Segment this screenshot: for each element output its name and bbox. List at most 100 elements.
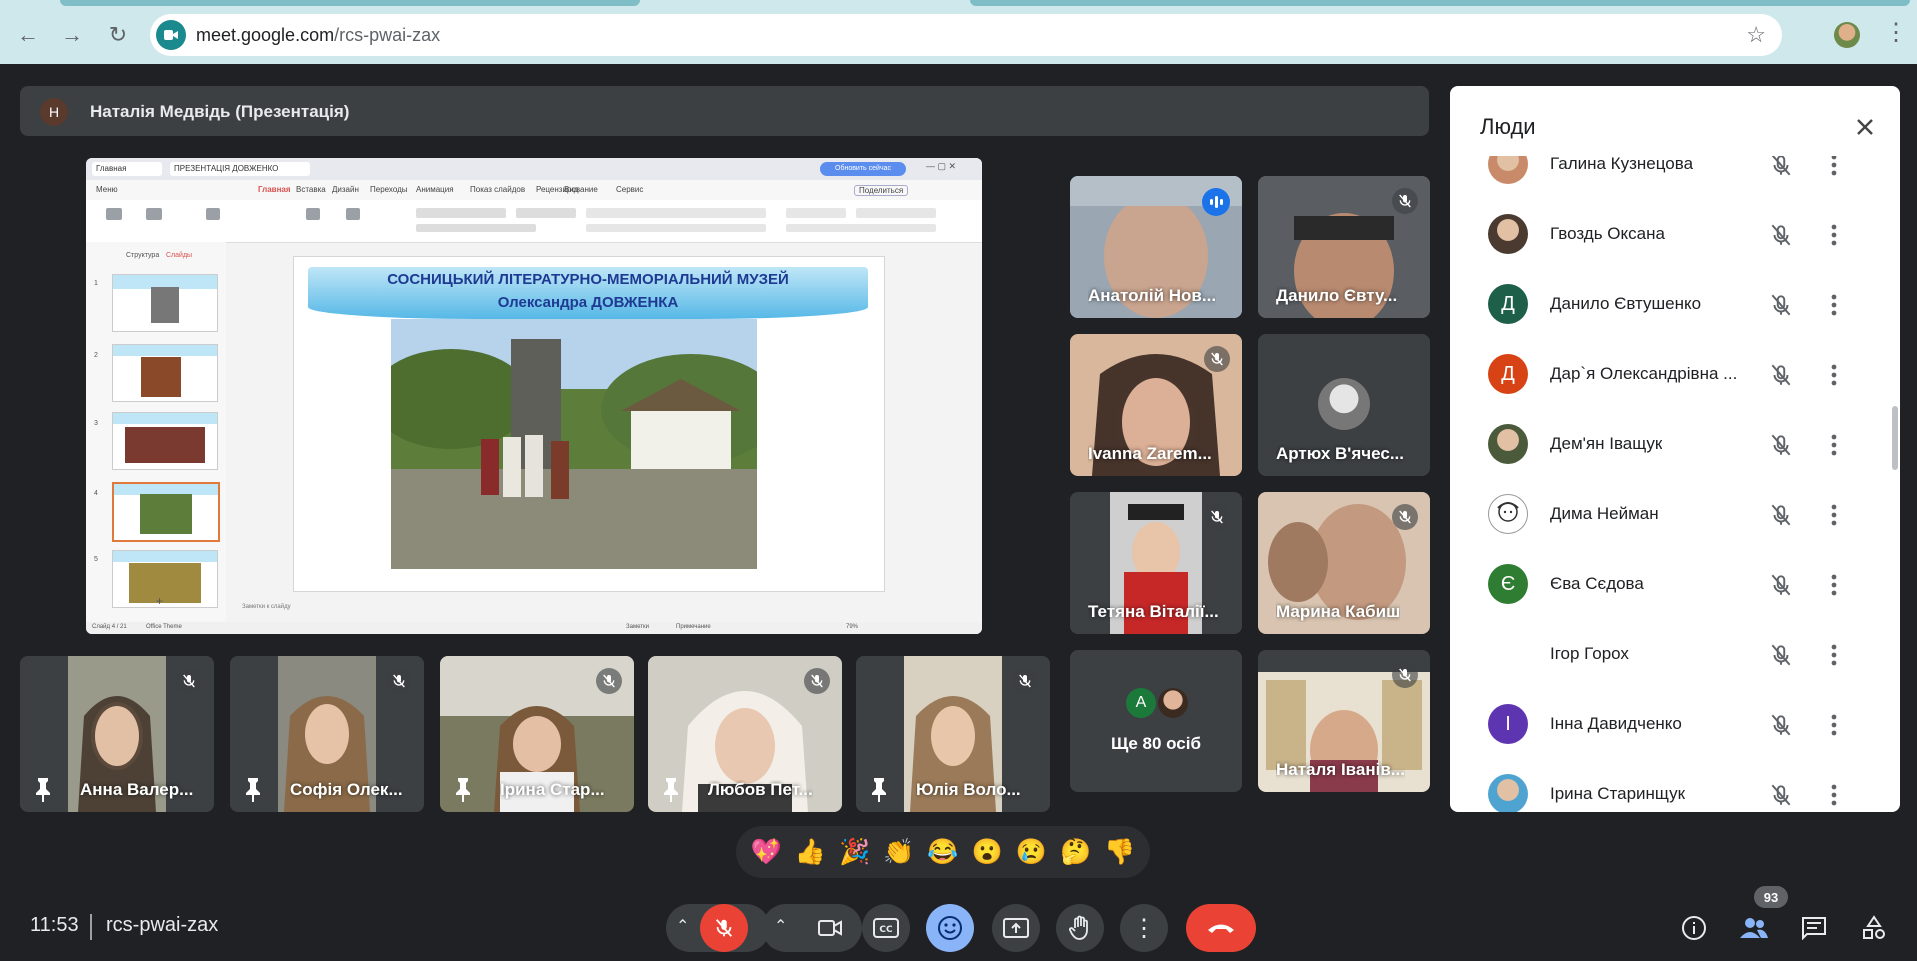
participant-row[interactable]: Галина Кузнецова [1450,156,1890,200]
mic-off-icon[interactable] [1768,572,1794,598]
participant-name: Наталя Іванів... [1276,760,1405,779]
wps-menu-item: Вставка [296,185,326,194]
kebab-menu-icon[interactable] [1830,502,1838,528]
present-screen-button[interactable] [992,904,1040,952]
participant-tile[interactable]: Наталя Іванів... [1258,650,1430,792]
reaction-party-popper[interactable]: 🎉 [839,838,870,867]
participant-tile[interactable]: Анатолій Нов... [1070,176,1242,318]
more-options-button[interactable]: ⋮ [1120,904,1168,952]
participant-row[interactable]: Дима Нейман [1450,480,1890,550]
participant-avatar [1488,494,1528,534]
pin-icon[interactable] [870,776,888,802]
leave-call-button[interactable] [1186,904,1256,952]
raise-hand-button[interactable] [1056,904,1104,952]
wps-menu-bar: Меню Главная Вставка Дизайн Переходы Ани… [86,180,982,200]
back-arrow-icon[interactable]: ← [10,17,46,53]
mic-off-icon[interactable] [1768,292,1794,318]
participant-row[interactable]: І Інна Давидченко [1450,690,1890,760]
participant-row[interactable]: Ірина Старинщук [1450,760,1890,812]
mic-off-icon [176,668,202,694]
chat-icon [1802,917,1826,940]
pin-icon[interactable] [454,776,472,802]
kebab-menu-icon[interactable] [1830,782,1838,808]
mic-off-icon[interactable] [1768,222,1794,248]
svg-text:CC: CC [879,925,893,935]
kebab-menu-icon[interactable] [1830,432,1838,458]
participant-row[interactable]: Д Данило Євтушенко [1450,270,1890,340]
chevron-up-icon[interactable]: ⌃ [774,916,787,936]
participant-list[interactable]: Галина Кузнецова Гвоздь Оксана Д Данило Євт… [1450,156,1900,812]
captions-button[interactable]: CC [862,904,910,952]
kebab-menu-icon[interactable] [1830,712,1838,738]
wps-tab-document: ПРЕЗЕНТАЦІЯ ДОВЖЕНКО [170,162,310,176]
participant-tile[interactable]: Ivanna Zarem... [1070,334,1242,476]
mic-toggle-button[interactable] [700,904,748,952]
reactions-button[interactable] [926,904,974,952]
mic-off-icon[interactable] [1768,782,1794,808]
pinned-participant-tile[interactable]: Анна Валер... [20,656,214,812]
participant-tile[interactable]: Тетяна Віталії... [1070,492,1242,634]
meeting-details-button[interactable] [1670,904,1718,952]
reaction-clapping[interactable]: 👏 [883,838,914,867]
reaction-laughing[interactable]: 😂 [927,838,958,867]
pinned-participant-tile[interactable]: Ірина Стар... [440,656,634,812]
mic-off-icon[interactable] [1768,502,1794,528]
more-participants-tile[interactable]: А Ще 80 осіб [1070,650,1242,792]
reaction-surprised[interactable]: 😮 [972,838,1003,867]
participant-row[interactable]: Є Єва Сєдова [1450,550,1890,620]
pinned-participant-tile[interactable]: Софія Олек... [230,656,424,812]
pinned-participant-tile[interactable]: Любов Пет... [648,656,842,812]
close-icon[interactable] [1848,110,1882,144]
chat-button[interactable] [1790,904,1838,952]
participant-tile[interactable]: Марина Кабиш [1258,492,1430,634]
activities-button[interactable] [1850,904,1898,952]
kebab-menu-icon[interactable] [1830,156,1838,178]
reaction-thumbs-up[interactable]: 👍 [795,838,826,867]
bookmark-star-icon[interactable]: ☆ [1746,22,1766,48]
participant-tile[interactable]: Артюх В'ячес... [1258,334,1430,476]
kebab-menu-icon[interactable] [1830,362,1838,388]
mic-off-icon[interactable] [1768,432,1794,458]
tab-edge[interactable] [970,0,1910,6]
shared-screen[interactable]: Главная ПРЕЗЕНТАЦІЯ ДОВЖЕНКО Обновить се… [86,158,982,634]
pin-icon[interactable] [244,776,262,802]
chevron-up-icon[interactable]: ⌃ [676,916,689,936]
reaction-sparkling-heart[interactable]: 💖 [751,838,782,867]
pin-icon[interactable] [662,776,680,802]
participant-row[interactable]: Дем'ян Іващук [1450,410,1890,480]
reload-icon[interactable]: ↻ [100,17,136,53]
kebab-menu-icon[interactable] [1830,222,1838,248]
thumb-number: 1 [94,280,98,287]
mic-off-icon[interactable] [1768,642,1794,668]
tab-edge[interactable] [60,0,640,6]
profile-avatar[interactable] [1834,22,1860,48]
participant-name: Дима Нейман [1550,504,1659,523]
reaction-crying[interactable]: 😢 [1016,838,1047,867]
url-text[interactable]: meet.google.com/rcs-pwai-zax [196,25,440,46]
kebab-menu-icon[interactable] [1830,642,1838,668]
kebab-menu-icon[interactable] [1830,572,1838,598]
mic-off-icon[interactable] [1768,156,1794,178]
mic-off-icon[interactable] [1768,712,1794,738]
address-bar[interactable]: meet.google.com/rcs-pwai-zax ☆ [150,14,1782,56]
emoji-icon [938,916,962,940]
pin-icon[interactable] [34,776,52,802]
participant-row[interactable]: Гвоздь Оксана [1450,200,1890,270]
participant-tile[interactable]: Данило Євту... [1258,176,1430,318]
camera-toggle-button[interactable] [806,904,854,952]
pinned-participant-tile[interactable]: Юлія Воло... [856,656,1050,812]
people-button[interactable] [1730,904,1778,952]
participant-name: Анна Валер... [80,780,194,799]
reaction-thumbs-down[interactable]: 👎 [1104,838,1135,867]
kebab-menu-icon[interactable] [1830,292,1838,318]
scrollbar[interactable] [1892,406,1898,470]
site-info-icon[interactable] [156,20,186,50]
slide-thumbnail-panel: Структура Слайды 1 2 3 4 5 + [86,242,226,622]
kebab-menu-icon[interactable]: ⋮ [1884,18,1908,47]
forward-arrow-icon[interactable]: → [54,17,90,53]
participant-row[interactable]: Ігор Горох [1450,620,1890,690]
participant-row[interactable]: Д Дар`я Олександрівна ... [1450,340,1890,410]
mic-off-icon[interactable] [1768,362,1794,388]
slide-thumbnail [112,412,218,470]
reaction-thinking[interactable]: 🤔 [1060,838,1091,867]
